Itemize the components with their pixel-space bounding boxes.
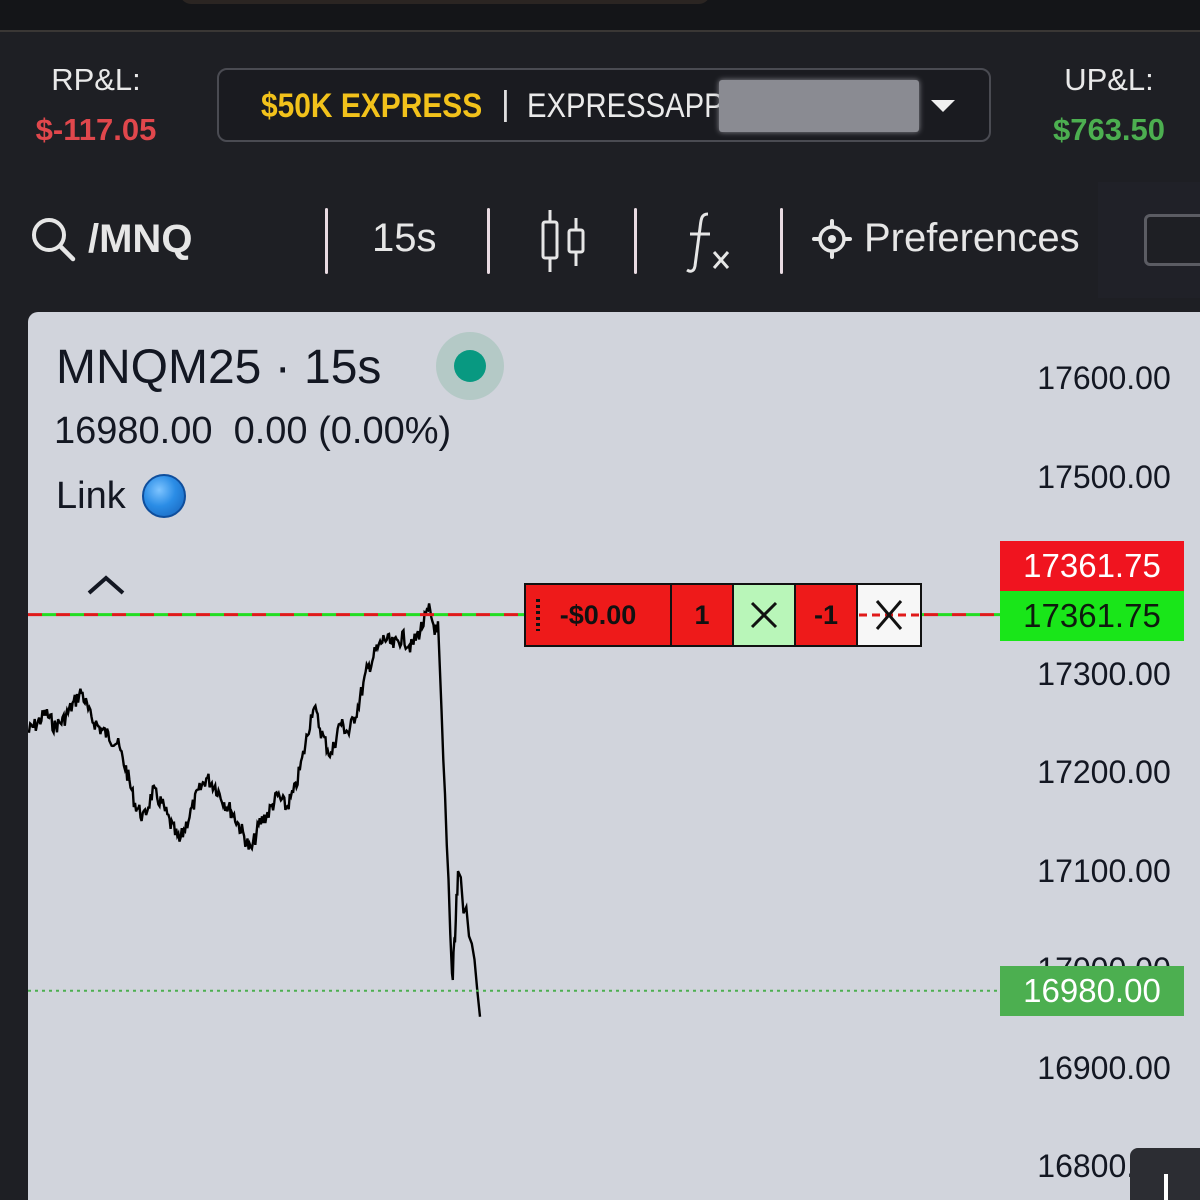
link-row[interactable]: Link <box>56 474 186 518</box>
symbol-title: MNQM25 · 15s <box>56 341 382 394</box>
order-pnl-value: -$0.00 <box>559 599 637 630</box>
fx-icon[interactable] <box>684 208 734 279</box>
redaction-box <box>719 80 919 132</box>
interval-button[interactable]: 15s <box>372 216 437 261</box>
candlestick-icon[interactable] <box>540 208 588 279</box>
axis-tick-label: 17500.00 <box>1037 458 1171 495</box>
axis-tick-label: 16900.00 <box>1037 1049 1171 1086</box>
realized-pnl: RP&L: $-117.05 <box>28 62 164 148</box>
axis-tick-label: 17200.00 <box>1037 754 1171 790</box>
account-name: $50K EXPRESS <box>261 87 483 125</box>
toolbar-extra-button[interactable] <box>1144 214 1200 266</box>
scroll-to-latest-button[interactable] <box>1130 1148 1200 1200</box>
realized-pnl-label: RP&L: <box>51 62 141 97</box>
drag-handle-icon[interactable] <box>536 599 540 631</box>
axis-tick-label: 17600.00 <box>1037 360 1171 396</box>
order-widget[interactable]: -$0.00 1 -1 <box>524 583 922 647</box>
sell-limit-price-tag: 17361.75 <box>1000 541 1184 591</box>
account-separator: | <box>501 85 510 123</box>
unrealized-pnl-label: UP&L: <box>1064 62 1154 97</box>
order-pnl-button[interactable]: -$0.00 <box>526 585 672 645</box>
unrealized-pnl: UP&L: $763.50 <box>1044 62 1174 148</box>
link-label: Link <box>56 474 126 517</box>
cancel-order-button[interactable] <box>858 585 920 645</box>
axis-tick-label: 17100.00 <box>1037 852 1171 889</box>
symbol-text: /MNQ <box>88 216 193 261</box>
gear-icon <box>812 218 852 259</box>
price-series <box>28 603 482 1017</box>
search-icon <box>32 218 76 262</box>
symbol-search[interactable]: /MNQ <box>30 216 192 262</box>
top-strip <box>0 0 1200 32</box>
preferences-button[interactable]: Preferences <box>812 216 1080 261</box>
top-pill <box>180 0 710 4</box>
preferences-label: Preferences <box>864 216 1080 260</box>
close-icon <box>750 601 778 629</box>
unrealized-pnl-value: $763.50 <box>1052 112 1166 147</box>
position-price-tag: 17361.75 <box>1000 591 1184 641</box>
toolbar-divider <box>634 208 637 274</box>
toolbar-divider <box>325 208 328 274</box>
chart-toolbar: /MNQ 15s Preferences <box>0 182 1200 298</box>
close-position-button[interactable] <box>734 585 796 645</box>
last-price-tag: 16980.00 <box>1000 966 1184 1016</box>
dropdown-caret-icon[interactable] <box>931 100 955 112</box>
sell-order-quantity[interactable]: -1 <box>796 585 858 645</box>
chart-panel[interactable]: MNQM25 · 15s 16980.00 0.00 (0.00%) Link … <box>28 312 1200 1200</box>
axis-tick-label: 17300.00 <box>1037 655 1171 692</box>
order-quantity[interactable]: 1 <box>672 585 734 645</box>
price-line <box>28 603 482 1017</box>
chevron-up-icon[interactable] <box>86 574 126 596</box>
close-icon <box>859 600 919 630</box>
link-dot-icon <box>141 474 186 518</box>
account-id: EXPRESSAPP <box>527 87 724 125</box>
account-selector[interactable]: $50K EXPRESS | EXPRESSAPP <box>217 68 991 142</box>
toolbar-divider <box>780 208 783 274</box>
toolbar-divider <box>487 208 490 274</box>
market-status-dot <box>454 350 486 382</box>
quote-line: 16980.00 0.00 (0.00%) <box>54 410 452 452</box>
realized-pnl-value: $-117.05 <box>35 112 157 147</box>
